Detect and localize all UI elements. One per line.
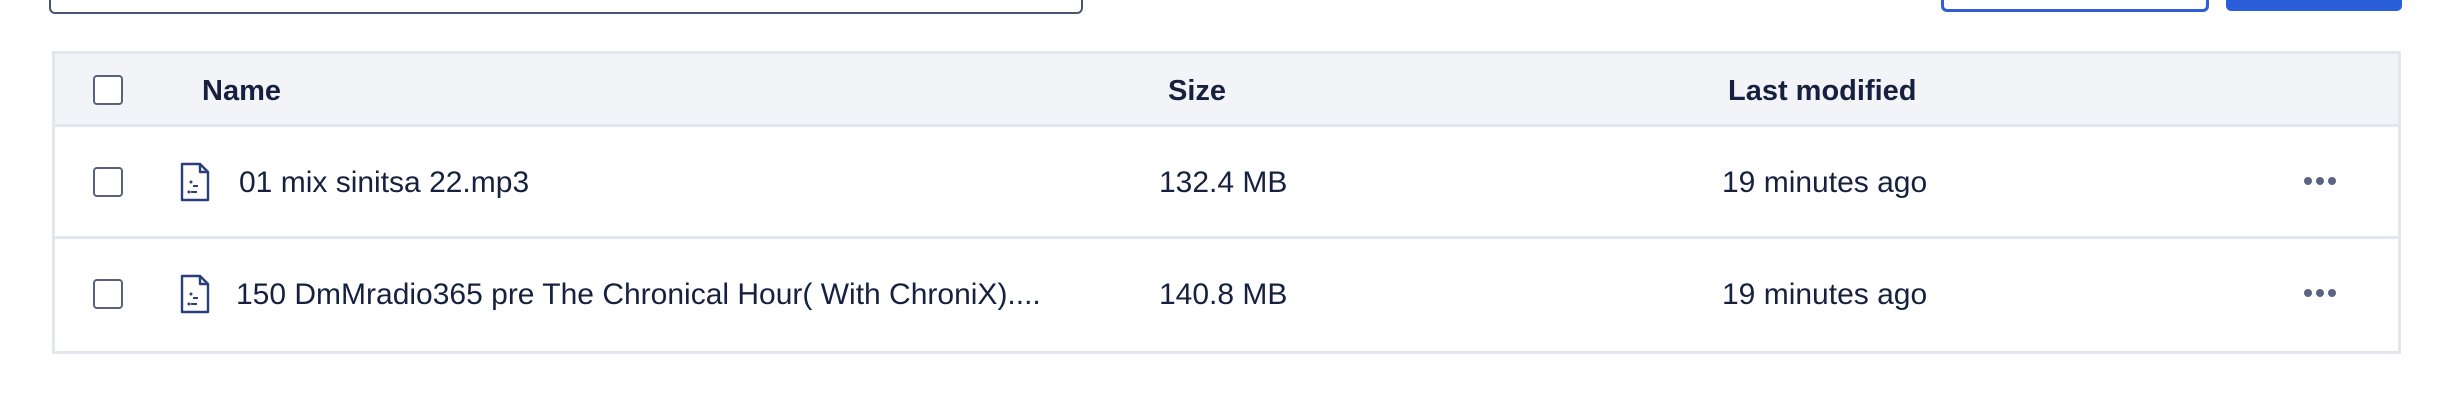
secondary-action-button[interactable] (1941, 0, 2209, 12)
column-header-name[interactable]: Name (202, 74, 281, 108)
search-input[interactable] (49, 0, 1083, 14)
file-last-modified: 19 minutes ago (1722, 166, 1928, 199)
primary-action-button[interactable] (2226, 0, 2402, 11)
file-name-link[interactable]: 01 mix sinitsa 22.mp3 (239, 165, 529, 201)
table-row[interactable]: 150 DmMradio365 pre The Chronical Hour( … (55, 239, 2398, 351)
table-row[interactable]: 01 mix sinitsa 22.mp3 132.4 MB 19 minute… (55, 127, 2398, 239)
column-header-size[interactable]: Size (1168, 74, 1226, 108)
select-all-checkbox[interactable] (93, 75, 123, 105)
row-checkbox[interactable] (93, 167, 123, 197)
table-header: Name Size Last modified (55, 54, 2398, 127)
row-checkbox[interactable] (93, 279, 123, 309)
file-table: Name Size Last modified 01 mix sinitsa 2… (52, 51, 2401, 354)
file-size: 140.8 MB (1159, 278, 1288, 311)
audio-file-icon (180, 274, 210, 314)
more-options-icon[interactable] (2300, 171, 2340, 191)
file-last-modified: 19 minutes ago (1722, 278, 1928, 311)
file-size: 132.4 MB (1159, 166, 1288, 199)
file-name-link[interactable]: 150 DmMradio365 pre The Chronical Hour( … (236, 277, 1041, 313)
audio-file-icon (180, 162, 210, 202)
column-header-last-modified[interactable]: Last modified (1728, 74, 1917, 108)
more-options-icon[interactable] (2300, 283, 2340, 303)
